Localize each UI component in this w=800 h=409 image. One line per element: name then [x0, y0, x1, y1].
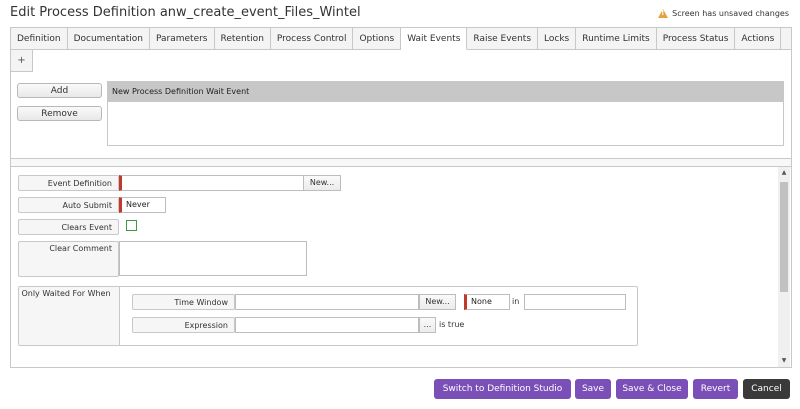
tab-documentation[interactable]: Documentation: [67, 28, 150, 50]
auto-submit-select[interactable]: Never: [119, 197, 166, 213]
tab-wait-events[interactable]: Wait Events: [401, 28, 468, 50]
event-definition-input[interactable]: [119, 175, 304, 191]
tab-parameters[interactable]: Parameters: [149, 28, 215, 50]
unsaved-text: Screen has unsaved changes: [672, 9, 789, 18]
clears-event-label: Clears Event: [18, 219, 119, 235]
scroll-up-icon[interactable]: ▲: [778, 167, 790, 179]
page-title: Edit Process Definition anw_create_event…: [10, 5, 361, 20]
form-scrollbar[interactable]: ▲ ▼: [778, 167, 790, 367]
tab-actions[interactable]: Actions: [735, 28, 782, 50]
wait-events-list: New Process Definition Wait Event: [107, 81, 784, 146]
tab-bar: Definition Documentation Parameters Rete…: [11, 28, 791, 50]
time-window-label: Time Window: [132, 294, 235, 310]
switch-studio-button[interactable]: Switch to Definition Studio: [434, 379, 571, 399]
is-true-label: is true: [439, 320, 465, 329]
time-window-new-button[interactable]: New...: [419, 294, 456, 310]
tab-locks[interactable]: Locks: [538, 28, 577, 50]
event-definition-new-button[interactable]: New...: [303, 175, 341, 191]
save-button[interactable]: Save: [575, 379, 611, 399]
revert-button[interactable]: Revert: [693, 379, 738, 399]
tab-raise-events[interactable]: Raise Events: [467, 28, 539, 50]
remove-button[interactable]: Remove: [17, 106, 102, 121]
scrollbar-thumb[interactable]: [780, 182, 788, 292]
only-waited-label: Only Waited For When: [19, 287, 120, 345]
tab-process-status[interactable]: Process Status: [656, 28, 736, 50]
warning-triangle-icon: [658, 9, 669, 18]
clear-comment-textarea[interactable]: [119, 241, 307, 276]
tab-retention[interactable]: Retention: [214, 28, 271, 50]
expression-label: Expression: [132, 317, 235, 333]
unsaved-notice: Screen has unsaved changes: [658, 9, 789, 18]
add-button[interactable]: Add: [17, 83, 102, 98]
splitter[interactable]: [11, 158, 791, 167]
wait-event-form: Event Definition New... Auto Submit Neve…: [11, 167, 779, 367]
time-window-input[interactable]: [235, 294, 419, 310]
time-zone-select[interactable]: None: [464, 294, 510, 310]
clears-event-checkbox[interactable]: [126, 220, 137, 231]
only-waited-group: Only Waited For When Time Window New... …: [18, 286, 638, 346]
expression-input[interactable]: [235, 317, 419, 333]
expression-editor-button[interactable]: ...: [419, 317, 436, 333]
tab-options[interactable]: Options: [353, 28, 402, 50]
in-label: in: [512, 297, 520, 306]
scroll-down-icon[interactable]: ▼: [778, 355, 790, 367]
tab-bar-filler: [781, 28, 791, 50]
in-input[interactable]: [524, 294, 626, 310]
clear-comment-label: Clear Comment: [18, 241, 119, 277]
list-item[interactable]: New Process Definition Wait Event: [108, 82, 783, 102]
save-close-button[interactable]: Save & Close: [616, 379, 688, 399]
cancel-button[interactable]: Cancel: [743, 379, 790, 399]
event-definition-label: Event Definition: [18, 175, 119, 191]
tab-runtime-limits[interactable]: Runtime Limits: [576, 28, 657, 50]
editor-panel: Definition Documentation Parameters Rete…: [10, 27, 792, 368]
tab-process-control[interactable]: Process Control: [270, 28, 354, 50]
auto-submit-label: Auto Submit: [18, 197, 119, 213]
tab-definition[interactable]: Definition: [11, 28, 68, 50]
add-tab-button[interactable]: +: [11, 50, 33, 72]
